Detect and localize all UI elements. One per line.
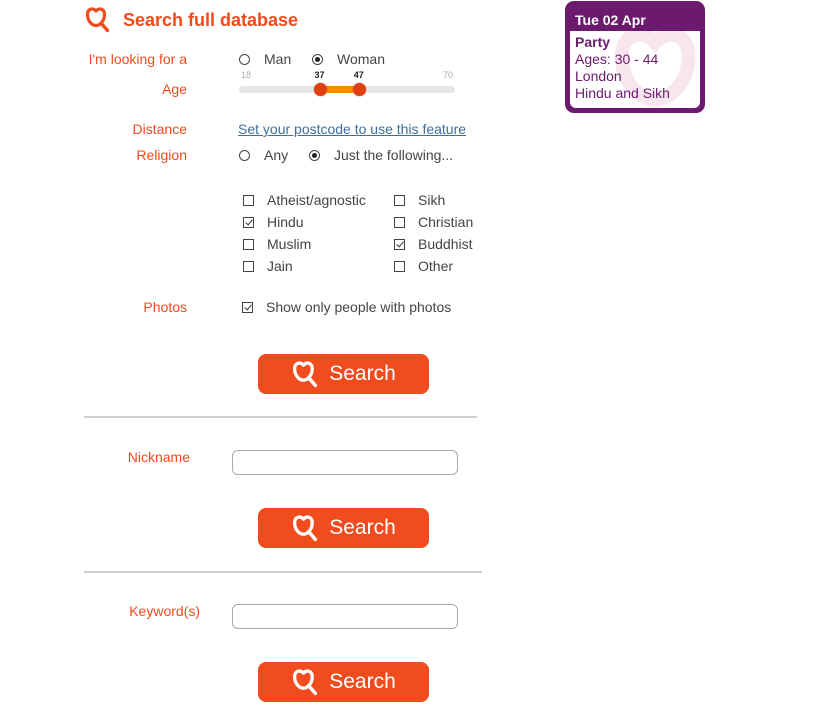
photos-only-checkbox-row[interactable]: Show only people with photos — [242, 296, 451, 318]
event-date: Tue 02 Apr — [575, 12, 646, 28]
page-header: Search full database — [84, 6, 298, 34]
looking-for-label: I'm looking for a — [88, 51, 187, 67]
radio-any-button[interactable] — [239, 149, 250, 161]
radio-woman-button[interactable] — [312, 53, 323, 65]
slider-high-handle[interactable] — [352, 83, 366, 96]
religion-list-left: Atheist/agnostic Hindu Muslim Jain — [243, 189, 366, 277]
search-button-label: Search — [329, 516, 396, 539]
checkbox[interactable] — [394, 260, 405, 272]
checkbox-label: Hindu — [267, 214, 304, 230]
radio-religion-following[interactable]: Just the following... — [309, 147, 453, 163]
checkbox-label: Muslim — [267, 236, 312, 252]
checkbox-label: Jain — [267, 258, 293, 274]
nickname-label: Nickname — [127, 449, 190, 465]
radio-following-button[interactable] — [309, 149, 320, 161]
heart-search-icon — [293, 514, 318, 541]
search-button-label: Search — [329, 670, 396, 693]
checkbox[interactable] — [394, 216, 405, 228]
checkbox-label: Sikh — [418, 192, 446, 208]
checkbox-label: Other — [418, 258, 454, 274]
event-location: London — [575, 68, 622, 84]
checkbox[interactable] — [243, 238, 254, 250]
age-min-tick: 18 — [241, 70, 252, 80]
nickname-input[interactable] — [232, 450, 458, 475]
section-divider — [84, 571, 482, 573]
event-religion: Hindu and Sikh — [575, 85, 670, 101]
keywords-input[interactable] — [232, 604, 458, 629]
religion-checkbox-christian[interactable]: Christian — [394, 211, 473, 233]
radio-any-label: Any — [264, 147, 289, 163]
heart-search-icon — [293, 360, 318, 387]
radio-man[interactable]: Man — [239, 51, 291, 67]
religion-checkbox-hindu[interactable]: Hindu — [243, 211, 366, 233]
page-title: Search full database — [123, 9, 299, 30]
religion-checkbox-muslim[interactable]: Muslim — [243, 233, 366, 255]
set-postcode-link[interactable]: Set your postcode to use this feature — [238, 121, 466, 137]
distance-label: Distance — [132, 121, 187, 137]
checkbox[interactable] — [243, 194, 254, 206]
religion-checkbox-jain[interactable]: Jain — [243, 255, 366, 277]
religion-checkbox-sikh[interactable]: Sikh — [394, 189, 473, 211]
photos-only-checkbox[interactable] — [242, 301, 253, 313]
radio-woman-label: Woman — [337, 51, 385, 67]
religion-label: Religion — [136, 147, 187, 163]
religion-checkbox-buddhist[interactable]: Buddhist — [394, 233, 473, 255]
event-name: Party — [575, 34, 611, 50]
checkbox-label: Buddhist — [418, 236, 473, 252]
photos-only-label: Show only people with photos — [266, 299, 452, 315]
religion-checkbox-other[interactable]: Other — [394, 255, 473, 277]
checkbox-label: Atheist/agnostic — [267, 192, 366, 208]
slider-low-handle[interactable] — [313, 83, 327, 96]
age-high-value: 47 — [353, 70, 364, 80]
section-divider — [84, 416, 477, 418]
checkbox-label: Christian — [418, 214, 474, 230]
religion-list-right: Sikh Christian Buddhist Other — [394, 189, 473, 277]
checkbox[interactable] — [243, 216, 254, 228]
heart-search-icon — [293, 668, 318, 695]
search-nickname-button[interactable]: Search — [258, 508, 429, 548]
age-label: Age — [162, 81, 187, 97]
search-button-label: Search — [329, 362, 396, 385]
event-details: Party Ages: 30 - 44 London Hindu and Sik… — [570, 31, 700, 108]
radio-man-button[interactable] — [239, 53, 250, 65]
radio-religion-any[interactable]: Any — [239, 147, 288, 163]
heart-search-icon — [85, 7, 110, 33]
age-low-value: 37 — [314, 70, 325, 80]
event-ages: Ages: 30 - 44 — [575, 51, 659, 67]
radio-following-label: Just the following... — [334, 147, 454, 163]
keywords-label: Keyword(s) — [129, 603, 200, 619]
age-range-slider[interactable]: 18 70 37 47 — [239, 70, 455, 96]
radio-woman[interactable]: Woman — [312, 51, 385, 67]
search-keywords-button[interactable]: Search — [258, 662, 429, 702]
radio-man-label: Man — [264, 51, 292, 67]
checkbox[interactable] — [394, 238, 405, 250]
checkbox[interactable] — [394, 194, 405, 206]
age-max-tick: 70 — [442, 70, 453, 80]
checkbox[interactable] — [243, 260, 254, 272]
event-card[interactable]: Tue 02 Apr Party Ages: 30 - 44 London Hi… — [565, 1, 705, 113]
photos-label: Photos — [143, 299, 187, 315]
religion-checkbox-atheist[interactable]: Atheist/agnostic — [243, 189, 366, 211]
search-full-database-button[interactable]: Search — [258, 354, 429, 394]
